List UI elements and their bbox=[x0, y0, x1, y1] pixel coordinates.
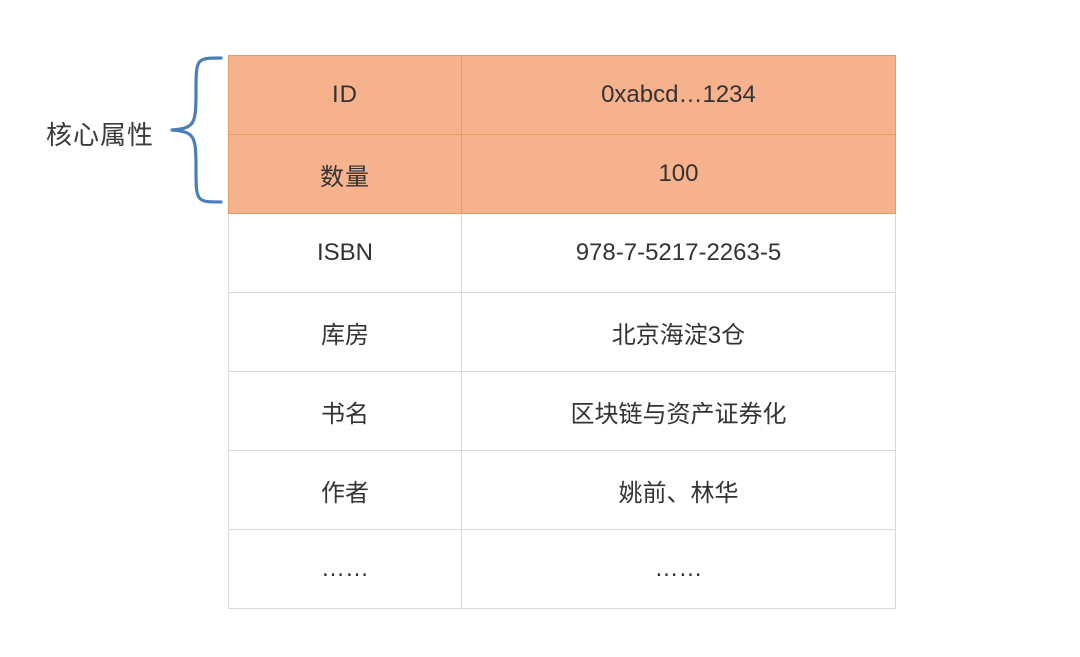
attr-key: …… bbox=[229, 530, 462, 609]
attr-value: 区块链与资产证券化 bbox=[461, 372, 895, 451]
attributes-table-body: ID 0xabcd…1234 数量 100 ISBN 978-7-5217-22… bbox=[229, 56, 896, 609]
attr-key: ID bbox=[229, 56, 462, 135]
attr-key: 库房 bbox=[229, 293, 462, 372]
attr-value: 978-7-5217-2263-5 bbox=[461, 214, 895, 293]
attr-key: 数量 bbox=[229, 135, 462, 214]
attr-key: 书名 bbox=[229, 372, 462, 451]
attr-value: …… bbox=[461, 530, 895, 609]
attr-value: 0xabcd…1234 bbox=[461, 56, 895, 135]
attr-key: 作者 bbox=[229, 451, 462, 530]
table-row: …… …… bbox=[229, 530, 896, 609]
curly-brace-icon bbox=[166, 55, 226, 205]
table-row: ISBN 978-7-5217-2263-5 bbox=[229, 214, 896, 293]
attributes-table: ID 0xabcd…1234 数量 100 ISBN 978-7-5217-22… bbox=[228, 55, 896, 609]
table-row: 作者 姚前、林华 bbox=[229, 451, 896, 530]
attr-key: ISBN bbox=[229, 214, 462, 293]
core-attributes-label: 核心属性 bbox=[46, 115, 154, 152]
attr-value: 北京海淀3仓 bbox=[461, 293, 895, 372]
table-row: 数量 100 bbox=[229, 135, 896, 214]
table-row: 书名 区块链与资产证券化 bbox=[229, 372, 896, 451]
attr-value: 100 bbox=[461, 135, 895, 214]
attr-value: 姚前、林华 bbox=[461, 451, 895, 530]
table-row: ID 0xabcd…1234 bbox=[229, 56, 896, 135]
table-row: 库房 北京海淀3仓 bbox=[229, 293, 896, 372]
